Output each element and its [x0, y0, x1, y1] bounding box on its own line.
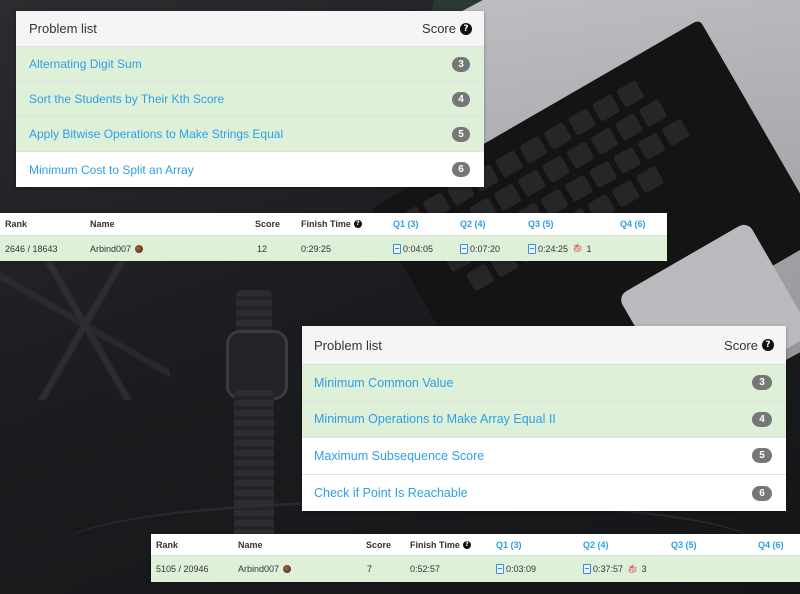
avatar [135, 244, 144, 253]
submission-file-icon[interactable] [460, 243, 468, 254]
name-header: Name [238, 539, 263, 550]
bug-icon: 🐞︎ [572, 243, 584, 253]
finish-time-value: 0:29:25 [301, 243, 332, 254]
name-header: Name [90, 219, 115, 229]
score-badge: 6 [452, 162, 470, 177]
q2-cell: 0:37:57 🐞︎ 3 [583, 556, 646, 582]
user-name-text[interactable]: Arbind007 [90, 244, 131, 254]
ranking-row: 5105 / 20946 Arbind007 7 0:52:57 0:03:09… [151, 556, 800, 582]
q3-time: 0:24:25 [538, 243, 569, 254]
score-label: Score [724, 337, 758, 353]
submission-file-icon[interactable] [393, 243, 401, 254]
score-header: Score [255, 219, 281, 229]
watch-strap-top [236, 290, 272, 334]
ranking-table-2: Rank Name Score Finish Time ? Q1 (3) Q2 … [151, 534, 800, 582]
score-badge: 3 [752, 375, 772, 391]
ranking-row: 2646 / 18643 Arbind007 12 0:29:25 0:04:0… [0, 236, 667, 261]
rank-value: 5105 / 20946 [156, 564, 209, 574]
problem-list-header: Problem list Score ? [16, 11, 484, 47]
score-label: Score [422, 21, 456, 36]
problem-row: Minimum Operations to Make Array Equal I… [302, 401, 786, 439]
score-badge: 5 [452, 126, 470, 142]
score-header: Score ? [422, 21, 472, 36]
score-badge: 4 [752, 411, 772, 427]
problem-list-card-1: Problem list Score ? Alternating Digit S… [16, 11, 484, 187]
bug-icon: 🐞︎ [627, 563, 639, 574]
problem-link[interactable]: Minimum Operations to Make Array Equal I… [314, 412, 556, 426]
q1-header-link[interactable]: Q1 (3) [393, 213, 419, 235]
problem-link[interactable]: Sort the Students by Their Kth Score [29, 92, 224, 106]
score-value: 12 [257, 243, 268, 254]
question-circle-icon[interactable]: ? [762, 339, 774, 351]
problem-list-title: Problem list [314, 337, 382, 353]
rank-header: Rank [5, 219, 28, 229]
user-name[interactable]: Arbind007 [238, 556, 292, 582]
q3-penalty: 1 [586, 243, 592, 254]
submission-file-icon[interactable] [528, 243, 536, 254]
q1-time: 0:03:09 [506, 564, 537, 574]
score-badge: 3 [452, 56, 470, 72]
problem-row: Sort the Students by Their Kth Score 4 [16, 82, 484, 117]
problem-link[interactable]: Minimum Cost to Split an Array [29, 163, 194, 177]
q2-cell: 0:07:20 [460, 236, 500, 261]
score-header: Score ? [724, 338, 774, 353]
user-name[interactable]: Arbind007 [90, 236, 144, 261]
problem-row: Apply Bitwise Operations to Make Strings… [16, 117, 484, 152]
q2-time: 0:37:57 [593, 564, 624, 574]
problem-link[interactable]: Apply Bitwise Operations to Make Strings… [29, 127, 283, 141]
rank-header: Rank [156, 539, 179, 550]
finish-time-label: Finish Time [301, 219, 351, 229]
avatar [283, 565, 292, 573]
problem-row: Minimum Common Value 3 [302, 365, 786, 402]
q1-cell: 0:04:05 [393, 236, 433, 261]
question-circle-icon[interactable]: ? [462, 540, 471, 549]
problem-row: Alternating Digit Sum 3 [16, 47, 484, 82]
finish-time-value: 0:52:57 [410, 564, 441, 574]
q2-header-link[interactable]: Q2 (4) [583, 534, 609, 555]
q1-cell: 0:03:09 [496, 556, 536, 582]
problem-list-card-2: Problem list Score ? Minimum Common Valu… [302, 326, 786, 512]
submission-file-icon[interactable] [583, 564, 591, 574]
user-name-text[interactable]: Arbind007 [238, 564, 279, 574]
score-badge: 5 [752, 448, 772, 464]
score-value: 7 [367, 564, 373, 574]
q2-header-link[interactable]: Q2 (4) [460, 213, 486, 235]
finish-time-label: Finish Time [410, 539, 460, 550]
question-circle-icon[interactable]: ? [460, 22, 472, 35]
problem-link[interactable]: Check if Point Is Reachable [314, 486, 468, 500]
ranking-header: Rank Name Score Finish Time ? Q1 (3) Q2 … [0, 213, 667, 236]
problem-list-header: Problem list Score ? [302, 326, 786, 365]
desk-lamp [0, 250, 170, 400]
problem-link[interactable]: Alternating Digit Sum [29, 57, 142, 71]
q1-header-link[interactable]: Q1 (3) [496, 534, 522, 555]
q4-header-link[interactable]: Q4 (6) [758, 534, 784, 555]
problem-list-title: Problem list [29, 21, 97, 36]
problem-row: Maximum Subsequence Score 5 [302, 438, 786, 475]
submission-file-icon[interactable] [496, 564, 504, 574]
score-badge: 6 [752, 485, 772, 501]
finish-time-header: Finish Time ? [301, 213, 362, 235]
ranking-header: Rank Name Score Finish Time ? Q1 (3) Q2 … [151, 534, 800, 556]
rank-value: 2646 / 18643 [5, 243, 58, 254]
problem-link[interactable]: Minimum Common Value [314, 376, 453, 390]
problem-row: Minimum Cost to Split an Array 6 [16, 152, 484, 187]
q3-cell: 0:24:25 🐞︎ 1 [528, 236, 591, 261]
q2-penalty: 3 [641, 564, 647, 574]
q3-header-link[interactable]: Q3 (5) [671, 534, 697, 555]
q2-time: 0:07:20 [470, 243, 501, 254]
score-header: Score [366, 539, 392, 550]
q4-header-link[interactable]: Q4 (6) [620, 213, 646, 235]
q3-header-link[interactable]: Q3 (5) [528, 213, 554, 235]
q1-time: 0:04:05 [403, 243, 434, 254]
finish-time-header: Finish Time ? [410, 534, 471, 555]
problem-link[interactable]: Maximum Subsequence Score [314, 449, 484, 463]
question-circle-icon[interactable]: ? [353, 220, 362, 228]
ranking-table-1: Rank Name Score Finish Time ? Q1 (3) Q2 … [0, 213, 667, 261]
problem-row: Check if Point Is Reachable 6 [302, 475, 786, 512]
score-badge: 4 [452, 91, 470, 107]
